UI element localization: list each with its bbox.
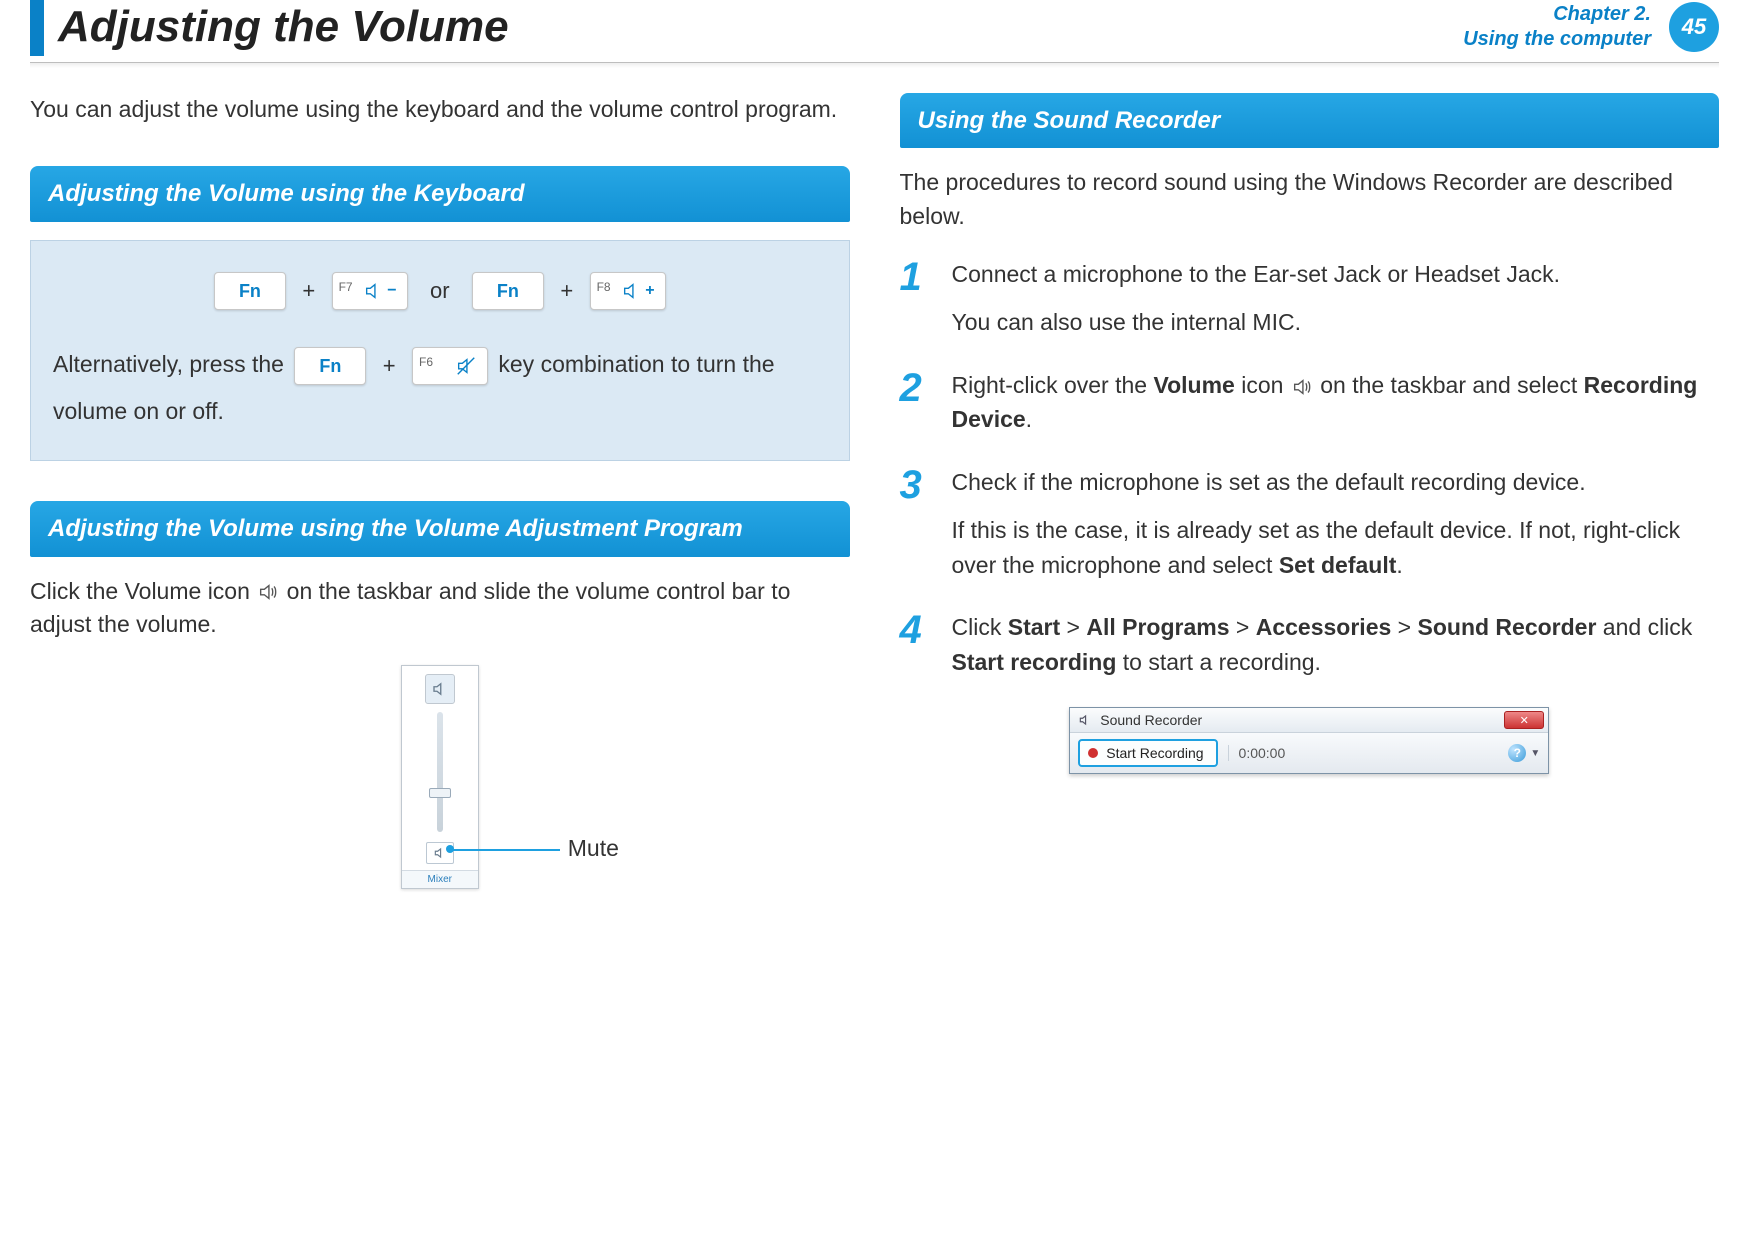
volume-widget: Mixer bbox=[401, 665, 479, 889]
t: and click bbox=[1596, 614, 1692, 640]
step-2: 2 Right-click over the Volume icon on th… bbox=[900, 368, 1720, 437]
t: > bbox=[1060, 614, 1086, 640]
fn-key: Fn bbox=[214, 272, 286, 310]
t: Set default bbox=[1279, 552, 1397, 578]
t: . bbox=[1026, 406, 1032, 432]
t: Start recording bbox=[952, 649, 1117, 675]
help-icon: ? bbox=[1508, 744, 1526, 762]
step-3: 3 Check if the microphone is set as the … bbox=[900, 465, 1720, 583]
t: Accessories bbox=[1256, 614, 1392, 640]
step-body: Click Start > All Programs > Accessories… bbox=[952, 610, 1720, 679]
section2-paragraph: Click the Volume icon on the taskbar and… bbox=[30, 575, 850, 642]
chapter-info: Chapter 2. Using the computer bbox=[1463, 2, 1651, 52]
f6-mute-key: F6 bbox=[412, 347, 488, 385]
sound-recorder-figure: Sound Recorder ✕ Start Recording 0:00:00… bbox=[900, 707, 1720, 774]
plus-symbol-2: + bbox=[560, 269, 573, 313]
step1-line2: You can also use the internal MIC. bbox=[952, 305, 1561, 340]
plus-symbol-3: + bbox=[383, 344, 396, 388]
intro-paragraph: You can adjust the volume using the keyb… bbox=[30, 93, 850, 126]
section-heading-program: Adjusting the Volume using the Volume Ad… bbox=[30, 501, 850, 556]
volume-slider[interactable] bbox=[437, 712, 443, 832]
t: Start bbox=[1008, 614, 1060, 640]
step-number: 3 bbox=[900, 465, 934, 583]
title-wrap: Adjusting the Volume bbox=[30, 0, 509, 56]
taskbar-volume-icon bbox=[1290, 375, 1314, 399]
volume-down-icon: − bbox=[363, 275, 396, 307]
title-accent-bar bbox=[30, 0, 44, 56]
chapter-line-2: Using the computer bbox=[1463, 27, 1651, 52]
t: Sound Recorder bbox=[1418, 614, 1597, 640]
f8-vol-up-key: F8 + bbox=[590, 272, 666, 310]
step3-line2: If this is the case, it is already set a… bbox=[952, 513, 1720, 582]
volume-widget-figure: Mixer Mute bbox=[30, 665, 850, 889]
start-recording-label: Start Recording bbox=[1106, 745, 1203, 761]
step-number: 2 bbox=[900, 368, 934, 437]
help-dropdown[interactable]: ? ▼ bbox=[1508, 744, 1540, 762]
f8-label: F8 bbox=[597, 275, 611, 299]
step3-line1: Check if the microphone is set as the de… bbox=[952, 465, 1720, 500]
mixer-link[interactable]: Mixer bbox=[402, 870, 478, 888]
page-title: Adjusting the Volume bbox=[58, 2, 509, 52]
volume-widget-speaker-icon bbox=[425, 674, 455, 704]
step-number: 1 bbox=[900, 257, 934, 340]
alt-combo-text: Alternatively, press the Fn + F6 key com… bbox=[53, 341, 827, 434]
t: > bbox=[1230, 614, 1256, 640]
sound-recorder-body: Start Recording 0:00:00 ? ▼ bbox=[1070, 733, 1548, 773]
f6-label: F6 bbox=[419, 350, 433, 374]
right-column: Using the Sound Recorder The procedures … bbox=[900, 93, 1720, 889]
or-text: or bbox=[430, 269, 450, 313]
dropdown-arrow-icon: ▼ bbox=[1530, 748, 1540, 759]
left-column: You can adjust the volume using the keyb… bbox=[30, 93, 850, 889]
header-right: Chapter 2. Using the computer 45 bbox=[1463, 2, 1719, 56]
step-body: Right-click over the Volume icon on the … bbox=[952, 368, 1720, 437]
plus-symbol: + bbox=[302, 269, 315, 313]
mute-icon bbox=[455, 355, 477, 377]
volume-slider-thumb[interactable] bbox=[429, 788, 451, 798]
t: to start a recording. bbox=[1116, 649, 1321, 675]
t: on the taskbar and select bbox=[1314, 372, 1584, 398]
f7-label: F7 bbox=[339, 275, 353, 299]
sound-recorder-window: Sound Recorder ✕ Start Recording 0:00:00… bbox=[1069, 707, 1549, 774]
mute-callout-label: Mute bbox=[568, 835, 619, 862]
recorder-intro: The procedures to record sound using the… bbox=[900, 166, 1720, 233]
start-recording-button[interactable]: Start Recording bbox=[1078, 739, 1217, 767]
step-1: 1 Connect a microphone to the Ear-set Ja… bbox=[900, 257, 1720, 340]
record-icon bbox=[1088, 748, 1098, 758]
step-number: 4 bbox=[900, 610, 934, 679]
volume-up-icon: + bbox=[621, 275, 654, 307]
speaker-icon bbox=[1078, 713, 1092, 727]
section-heading-keyboard: Adjusting the Volume using the Keyboard bbox=[30, 166, 850, 221]
steps-list: 1 Connect a microphone to the Ear-set Ja… bbox=[900, 257, 1720, 680]
t: . bbox=[1396, 552, 1402, 578]
step-body: Connect a microphone to the Ear-set Jack… bbox=[952, 257, 1561, 340]
chapter-line-1: Chapter 2. bbox=[1463, 2, 1651, 27]
step-4: 4 Click Start > All Programs > Accessori… bbox=[900, 610, 1720, 679]
t: All Programs bbox=[1086, 614, 1229, 640]
s2-text-a: Click the Volume icon bbox=[30, 578, 256, 604]
t: Volume bbox=[1153, 372, 1234, 398]
sound-recorder-titlebar: Sound Recorder ✕ bbox=[1070, 708, 1548, 733]
t: icon bbox=[1235, 372, 1290, 398]
step1-line1: Connect a microphone to the Ear-set Jack… bbox=[952, 257, 1561, 292]
fn-key-3: Fn bbox=[294, 347, 366, 385]
t: Click bbox=[952, 614, 1008, 640]
sound-recorder-title: Sound Recorder bbox=[1100, 712, 1202, 728]
section-heading-recorder: Using the Sound Recorder bbox=[900, 93, 1720, 148]
step-body: Check if the microphone is set as the de… bbox=[952, 465, 1720, 583]
key-combo-row: Fn + F7 − or Fn + F8 + bbox=[53, 267, 827, 314]
close-icon: ✕ bbox=[1520, 714, 1529, 727]
close-button[interactable]: ✕ bbox=[1504, 711, 1544, 729]
f7-vol-down-key: F7 − bbox=[332, 272, 408, 310]
keyboard-panel: Fn + F7 − or Fn + F8 + bbox=[30, 240, 850, 462]
fn-key-2: Fn bbox=[472, 272, 544, 310]
t: Right-click over the bbox=[952, 372, 1154, 398]
page-number-badge: 45 bbox=[1669, 2, 1719, 52]
callout-line bbox=[450, 849, 560, 851]
taskbar-volume-icon bbox=[256, 580, 280, 604]
t: > bbox=[1391, 614, 1417, 640]
alt-prefix: Alternatively, press the bbox=[53, 351, 290, 377]
page-header: Adjusting the Volume Chapter 2. Using th… bbox=[30, 0, 1719, 63]
recording-time: 0:00:00 bbox=[1228, 745, 1296, 761]
